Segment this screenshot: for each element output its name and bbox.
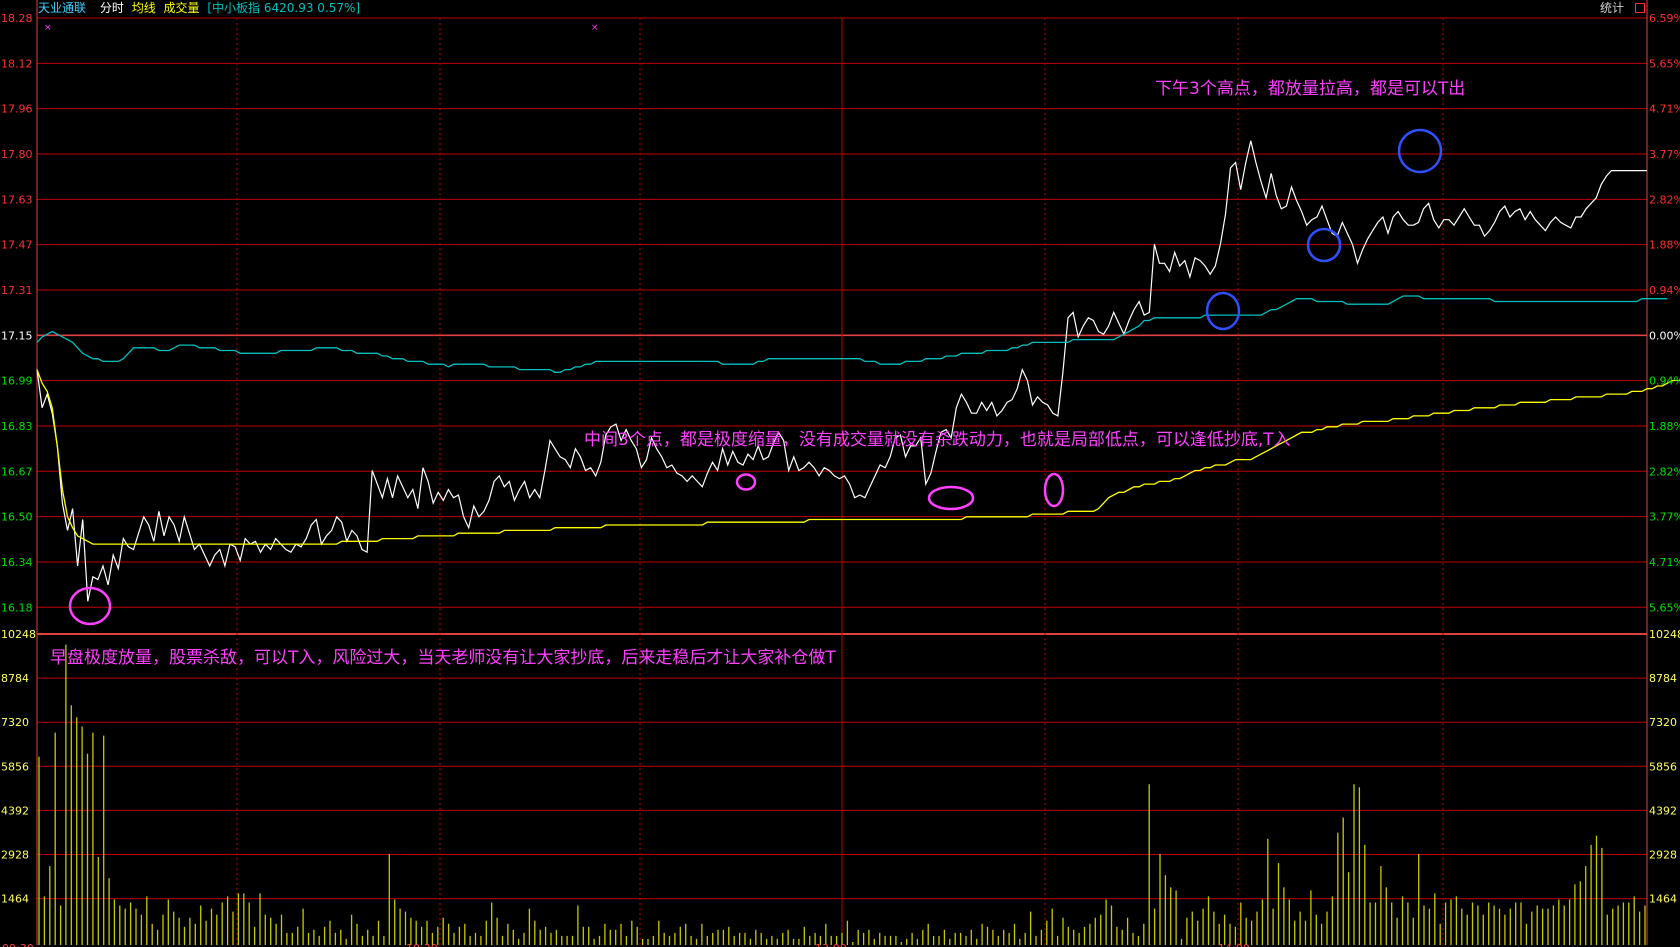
pct-tick-label: 2.82% — [1649, 193, 1680, 206]
marker-x-1: × — [44, 23, 52, 33]
price-tick-label: 16.34 — [1, 556, 33, 569]
marker-x-2: × — [591, 23, 599, 33]
volume-tick-label: 5856 — [1, 760, 29, 773]
price-tick-label: 17.63 — [1, 193, 33, 206]
price-tick-label: 18.28 — [1, 12, 33, 25]
axis-labels: 18.28 6.59% 18.12 5.65% 17.96 4.71% 17.80 3.77%… — [1, 12, 1680, 947]
pct-tick-label: 5.65% — [1649, 57, 1680, 70]
volume-tick-label-right: 7320 — [1649, 716, 1677, 729]
volume-tick-label: 1464 — [1, 893, 29, 906]
price-tick-label: 16.18 — [1, 601, 33, 614]
time-tick-label: 09:30 — [2, 942, 34, 947]
grid — [36, 0, 1648, 945]
price-tick-label: 17.47 — [1, 239, 33, 252]
volume-tick-label: 4392 — [1, 804, 29, 817]
volume-tick-label: 7320 — [1, 716, 29, 729]
price-tick-label: 17.15 — [1, 329, 33, 342]
price-tick-label: 16.83 — [1, 420, 33, 433]
pct-tick-label: 4.71% — [1649, 103, 1680, 116]
volume-tick-label-right: 5856 — [1649, 760, 1677, 773]
pct-tick-label: 3.77% — [1649, 511, 1680, 524]
price-tick-label: 17.80 — [1, 148, 33, 161]
time-tick-label: 13:00 — [815, 942, 847, 947]
price-tick-label: 18.12 — [1, 57, 33, 70]
volume-tick-label: 10248 — [1, 628, 36, 641]
avg-line — [36, 369, 1680, 545]
volume-tick-label-right: 4392 — [1649, 804, 1677, 817]
pct-tick-label: 5.65% — [1649, 601, 1680, 614]
volume-tick-label: 8784 — [1, 672, 29, 685]
volume-tick-label-right: 1464 — [1649, 893, 1677, 906]
volume-tick-label-right: 8784 — [1649, 672, 1677, 685]
series-lines — [36, 140, 1680, 602]
pct-tick-label: 1.88% — [1649, 239, 1680, 252]
annotation-afternoon: 下午3个高点，都放量拉高，都是可以T出 — [1155, 79, 1465, 99]
time-tick-label: 10:30 — [406, 942, 438, 947]
pct-tick-label: 3.77% — [1649, 148, 1680, 161]
price-tick-label: 17.31 — [1, 284, 33, 297]
price-tick-label: 16.99 — [1, 375, 33, 388]
volume-tick-label-right: 10248 — [1649, 628, 1680, 641]
index-line — [36, 295, 1668, 373]
pct-tick-label: 0.00% — [1649, 329, 1680, 342]
low-circle-mid-3 — [1043, 472, 1065, 508]
low-circle-mid-2 — [927, 485, 975, 511]
volume-tick-label: 2928 — [1, 849, 29, 862]
price-tick-label: 17.96 — [1, 103, 33, 116]
time-tick-label: 14:00 — [1218, 942, 1250, 947]
pct-tick-label: 4.71% — [1649, 556, 1680, 569]
high-circle-3 — [1397, 128, 1443, 174]
price-tick-label: 16.67 — [1, 465, 33, 478]
price-tick-label: 16.50 — [1, 511, 33, 524]
high-circle-1 — [1205, 291, 1241, 331]
pct-tick-label: 0.94% — [1649, 284, 1680, 297]
pct-tick-label: 0.94% — [1649, 375, 1680, 388]
annotation-middle: 中间3个点，都是极度缩量，没有成交量就没有杀跌动力，也就是局部低点，可以逢低抄底… — [584, 430, 1291, 450]
annotation-morning: 早盘极度放量，股票杀敌，可以T入，风险过大，当天老师没有让大家抄底，后来走稳后才… — [50, 648, 836, 668]
low-circle-mid-1 — [735, 473, 757, 491]
volume-tick-label-right: 2928 — [1649, 849, 1677, 862]
chart-canvas: 18.28 6.59% 18.12 5.65% 17.96 4.71% 17.80 3.77%… — [1, 0, 1680, 947]
pct-tick-label: 2.82% — [1649, 465, 1680, 478]
pct-tick-label: 1.88% — [1649, 420, 1680, 433]
pct-tick-label: 6.59% — [1649, 12, 1680, 25]
